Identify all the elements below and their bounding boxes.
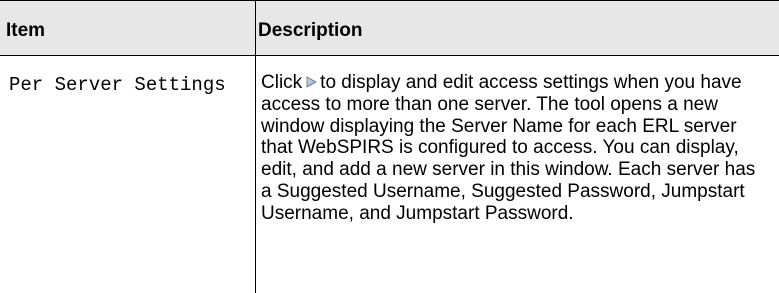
header-description: Description [258, 20, 363, 41]
description-lead: Click [261, 72, 303, 93]
row-description: Click to display and edit access settings… [261, 72, 771, 225]
description-body: to display and edit access settings when… [261, 72, 756, 224]
settings-table: Item Description Per Server Settings Cli… [0, 0, 779, 293]
header-item: Item [6, 20, 46, 41]
table-top-rule [0, 0, 779, 1]
row-item-name: Per Server Settings [9, 74, 226, 96]
header-divider-rule [0, 55, 779, 56]
column-divider [255, 0, 256, 293]
play-arrow-icon [306, 76, 317, 88]
table-header-row [0, 0, 779, 55]
